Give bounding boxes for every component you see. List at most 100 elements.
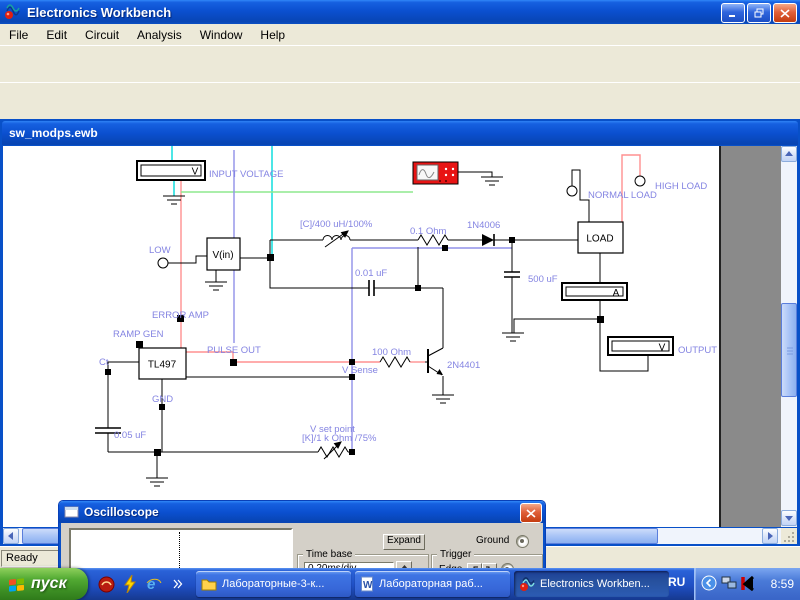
arrow-down-icon: [785, 516, 793, 521]
label-gnd: GND: [152, 394, 173, 405]
word-document-icon: W: [361, 576, 373, 592]
load-subcircuit[interactable]: LOAD: [577, 221, 624, 254]
svg-text:V: V: [192, 167, 199, 178]
app-titlebar: Electronics Workbench: [0, 0, 800, 24]
scroll-up-button[interactable]: [781, 146, 797, 162]
windows-logo-icon: [9, 577, 24, 592]
oscilloscope-titlebar[interactable]: Oscilloscope: [59, 501, 545, 523]
menu-help[interactable]: Help: [251, 26, 294, 44]
quicklaunch-app1[interactable]: [96, 573, 116, 595]
label-pot-value: [K]/1 k Ohm /75%: [302, 433, 377, 444]
label-high-load: HIGH LOAD: [655, 181, 707, 192]
output-capacitor[interactable]: [504, 271, 520, 278]
quicklaunch-app2[interactable]: [120, 573, 140, 595]
menu-bar: File Edit Circuit Analysis Window Help: [0, 24, 800, 46]
chevron-left-circle-icon: [701, 575, 717, 591]
output-ammeter[interactable]: A: [561, 282, 628, 301]
svg-text:e: e: [147, 576, 155, 593]
svg-text:TL497: TL497: [148, 360, 177, 371]
menu-edit[interactable]: Edit: [37, 26, 76, 44]
label-timing-cap: 0.05 uF: [114, 430, 146, 441]
label-low: LOW: [149, 245, 171, 256]
scroll-right-button[interactable]: [762, 528, 778, 544]
label-base-resistor: 100 Ohm: [372, 347, 411, 358]
expand-button[interactable]: Expand: [383, 534, 425, 550]
vertical-scrollbar[interactable]: [781, 146, 797, 527]
taskbar-item-folder[interactable]: Лабораторные-3-к...: [196, 571, 351, 597]
circuit-document-window: sw_modps.ewb V A V V(in) TL497 LOAD INPU…: [0, 119, 800, 546]
label-pulse-out: PULSE OUT: [207, 345, 261, 356]
oscilloscope-title: Oscilloscope: [84, 505, 159, 519]
label-ramp-gen: RAMP GEN: [113, 329, 164, 340]
desktop: Electronics Workbench File Edit Circuit …: [0, 0, 800, 600]
tl497-ic[interactable]: TL497: [138, 347, 187, 380]
inductor[interactable]: [322, 230, 351, 248]
start-button[interactable]: пуск: [0, 568, 88, 600]
document-titlebar[interactable]: sw_modps.ewb: [2, 121, 798, 145]
app-title: Electronics Workbench: [27, 4, 172, 20]
label-diode: 1N4006: [467, 220, 500, 231]
network-tray-icon[interactable]: [719, 572, 739, 594]
npn-transistor[interactable]: [427, 347, 444, 376]
normal-load-terminal: [566, 185, 578, 197]
clock[interactable]: 8:59: [771, 577, 794, 591]
close-icon: [780, 8, 790, 18]
label-output: OUTPUT: [678, 345, 717, 356]
label-input-voltage: INPUT VOLTAGE: [209, 169, 283, 180]
label-output-cap: 500 uF: [528, 274, 558, 285]
output-voltmeter[interactable]: V: [607, 336, 674, 356]
ground-label: Ground: [476, 535, 510, 546]
vin-subcircuit[interactable]: V(in): [206, 237, 241, 271]
app-icon: [5, 4, 20, 19]
oscilloscope-close-button[interactable]: [520, 503, 542, 523]
minimize-icon: [729, 14, 735, 17]
chevron-right-icon: [173, 579, 183, 589]
label-feedback-cap: 0.01 uF: [355, 268, 387, 279]
resize-grip[interactable]: [781, 528, 797, 544]
network-icon: [721, 576, 737, 589]
minimize-button[interactable]: [721, 3, 745, 23]
svg-text:LOAD: LOAD: [586, 234, 613, 245]
timebase-label: Time base: [303, 549, 356, 560]
low-terminal: [157, 257, 169, 269]
menu-file[interactable]: File: [0, 26, 37, 44]
svg-text:V(in): V(in): [212, 250, 233, 261]
close-button[interactable]: [773, 3, 797, 23]
document-title: sw_modps.ewb: [9, 126, 98, 140]
diode[interactable]: [482, 234, 495, 246]
hide-tray-icons-button[interactable]: [699, 572, 719, 594]
electronics-workbench-icon: [520, 576, 535, 591]
label-ct: Ct: [99, 357, 109, 368]
language-indicator[interactable]: RU: [668, 575, 685, 589]
taskbar-item-word-document[interactable]: W Лабораторная раб...: [355, 571, 510, 597]
label-v-sense: V Sense: [342, 365, 378, 376]
menu-analysis[interactable]: Analysis: [128, 26, 191, 44]
svg-text:W: W: [363, 580, 373, 591]
base-resistor[interactable]: [379, 356, 411, 368]
menu-circuit[interactable]: Circuit: [76, 26, 128, 44]
quicklaunch-chevron[interactable]: [168, 573, 188, 595]
scroll-left-button[interactable]: [3, 528, 19, 544]
system-tray: 8:59: [694, 568, 800, 600]
folder-icon: [201, 579, 217, 591]
quicklaunch-internet-explorer[interactable]: e: [144, 573, 164, 595]
antivirus-tray-icon[interactable]: [738, 572, 758, 594]
label-error-amp: ERROR AMP: [152, 310, 209, 321]
lightning-icon: [123, 575, 136, 593]
trigger-label: Trigger: [437, 549, 475, 560]
menu-window[interactable]: Window: [191, 26, 252, 44]
internet-explorer-icon: e: [146, 576, 162, 593]
kaspersky-icon: [740, 575, 754, 591]
schematic-canvas[interactable]: V A V V(in) TL497 LOAD INPUT VOLTAGE LOW…: [3, 146, 720, 527]
scroll-down-button[interactable]: [781, 510, 797, 526]
potentiometer[interactable]: [317, 441, 349, 460]
restore-button[interactable]: [747, 3, 771, 23]
input-voltmeter[interactable]: V: [136, 160, 206, 181]
taskbar-item-electronics-workbench[interactable]: Electronics Workben...: [514, 571, 669, 597]
taskbar: пуск e Лабораторные-3-к... W Лабораторна…: [0, 568, 800, 600]
feedback-capacitor[interactable]: [368, 280, 375, 296]
ground-radio[interactable]: [516, 535, 529, 548]
oscilloscope-window-icon: [64, 506, 79, 518]
vertical-scroll-thumb[interactable]: [781, 303, 797, 397]
oscilloscope-instrument-icon[interactable]: [412, 161, 459, 185]
